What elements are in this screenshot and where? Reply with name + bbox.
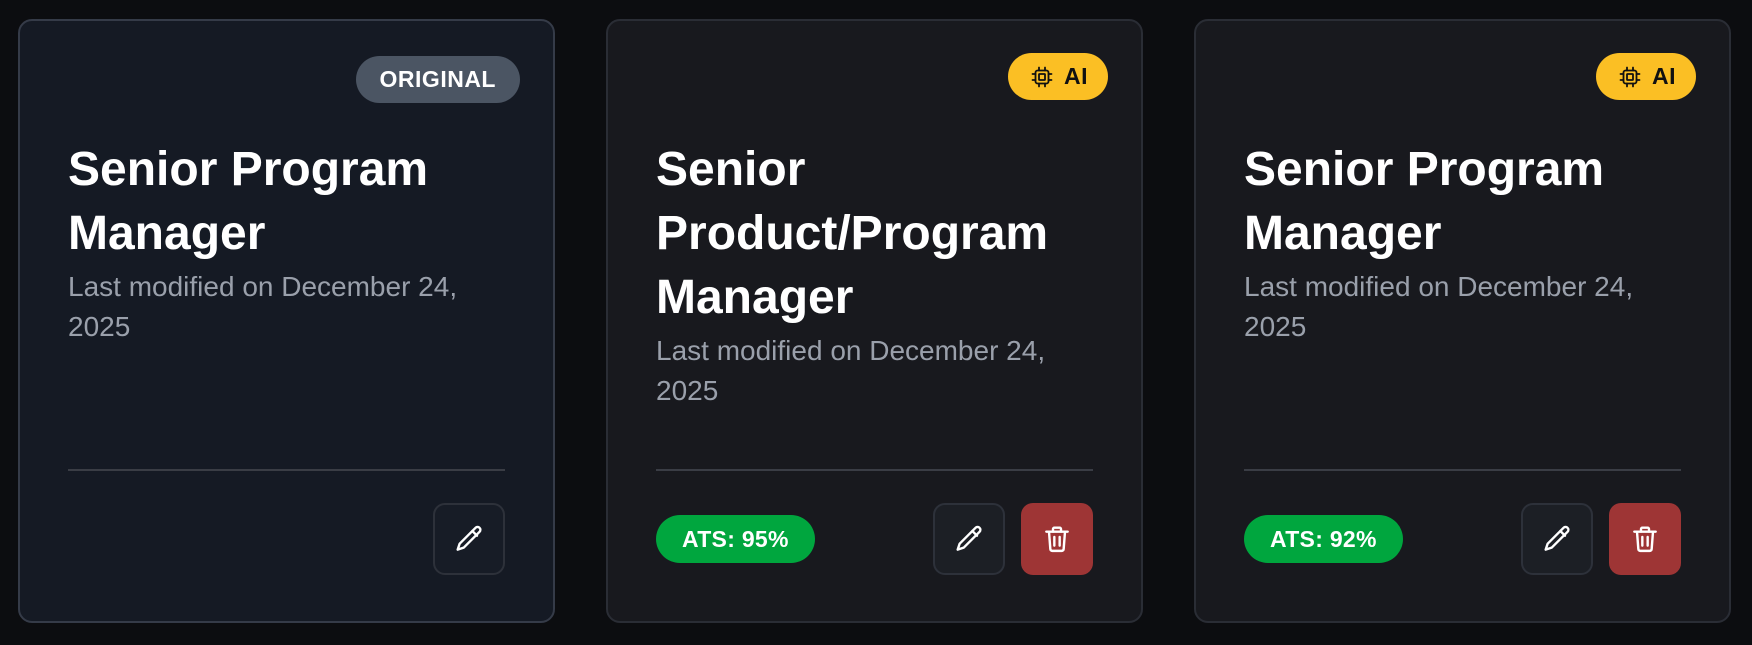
resume-card-ai[interactable]: AI Senior Program Manager Last modified … (1194, 19, 1731, 623)
cpu-chip-icon (1031, 66, 1053, 87)
pencil-icon (456, 525, 482, 551)
edit-button[interactable] (933, 503, 1005, 575)
card-divider (68, 469, 505, 471)
last-modified-text: Last modified on December 24, 2025 (656, 335, 1046, 406)
last-modified-text: Last modified on December 24, 2025 (1244, 271, 1634, 342)
resume-title: Senior Product/Program Manager (656, 143, 1049, 324)
last-modified-text: Last modified on December 24, 2025 (68, 271, 458, 342)
ai-badge-label: AI (1064, 63, 1088, 89)
card-divider (656, 469, 1093, 471)
trash-icon (1633, 526, 1657, 553)
resume-card-original[interactable]: ORIGINAL Senior Program Manager Last mod… (18, 19, 555, 623)
delete-button[interactable] (1021, 503, 1093, 575)
card-divider (1244, 469, 1681, 471)
original-badge-label: ORIGINAL (379, 66, 496, 92)
original-badge: ORIGINAL (355, 56, 520, 103)
ats-score-badge: ATS: 95% (656, 515, 815, 563)
pencil-icon (956, 525, 982, 551)
pencil-icon (1544, 525, 1570, 551)
resume-card-ai[interactable]: AI Senior Product/Program Manager Last m… (606, 19, 1143, 623)
delete-button[interactable] (1609, 503, 1681, 575)
trash-icon (1045, 526, 1069, 553)
ai-badge: AI (1596, 53, 1696, 100)
cpu-chip-icon (1619, 66, 1641, 87)
edit-button[interactable] (1521, 503, 1593, 575)
ai-badge-label: AI (1652, 63, 1676, 89)
edit-button[interactable] (433, 503, 505, 575)
ats-score-badge: ATS: 92% (1244, 515, 1403, 563)
resume-title: Senior Program Manager (1244, 143, 1605, 260)
resume-title: Senior Program Manager (68, 143, 429, 260)
ai-badge: AI (1008, 53, 1108, 100)
